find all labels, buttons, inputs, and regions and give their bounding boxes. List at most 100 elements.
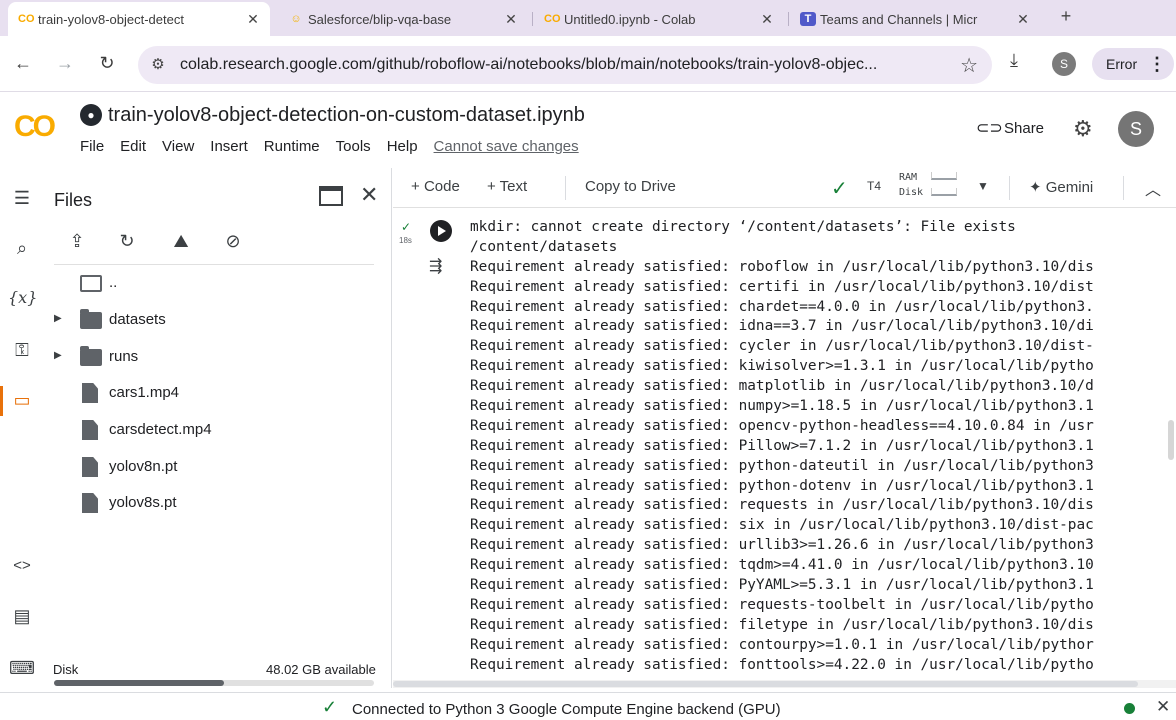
close-icon[interactable]: ✕ (1014, 10, 1032, 28)
output-line: Requirement already satisfied: requests … (470, 497, 1094, 514)
url-text[interactable]: colab.research.google.com/github/roboflo… (180, 56, 950, 74)
close-icon[interactable]: ✕ (502, 10, 520, 28)
output-scrollbar[interactable] (1168, 420, 1174, 460)
download-icon[interactable]: ⤓ (1010, 50, 1018, 71)
terminal-icon[interactable]: ⌨ (8, 654, 36, 682)
more-vert-icon[interactable]: ⋮ (1148, 48, 1166, 80)
link-icon: ⊂⊃ (976, 120, 1003, 137)
notebook-title[interactable]: train-yolov8-object-detection-on-custom-… (108, 104, 585, 127)
forward-icon[interactable]: → (52, 50, 78, 76)
reload-icon[interactable]: ↻ (94, 50, 120, 76)
menu-help[interactable]: Help (387, 138, 418, 158)
menu-view[interactable]: View (162, 138, 194, 158)
open-in-tab-icon[interactable] (319, 186, 343, 206)
collapse-chevron-icon[interactable]: ︿ (1145, 176, 1161, 200)
mount-drive-icon[interactable]: ⛰ (168, 228, 194, 254)
output-line: mkdir: cannot create directory ‘/content… (470, 219, 1016, 235)
code-snippets-icon[interactable]: <> (8, 552, 36, 580)
file-tree-label: cars1.mp4 (109, 384, 180, 401)
disk-bar (931, 188, 957, 196)
site-settings-icon[interactable]: ⚙ (148, 55, 168, 75)
resource-monitor[interactable]: RAM Disk (899, 170, 923, 200)
scrollbar-thumb[interactable] (393, 681, 1138, 687)
cell-exec-time: 18s (399, 236, 412, 245)
status-message: Connected to Python 3 Google Compute Eng… (352, 701, 781, 718)
variables-icon[interactable]: {x} (8, 284, 37, 312)
browser-tab-title: train-yolov8-object-detect (38, 11, 184, 27)
ram-bar (931, 172, 957, 180)
browser-tab-3[interactable]: T Teams and Channels | Micr ✕ (790, 2, 1040, 36)
files-folder-icon[interactable]: ▭ (8, 386, 36, 414)
menu-insert[interactable]: Insert (210, 138, 248, 158)
file-tree-label: datasets (109, 311, 166, 328)
file-icon (80, 493, 102, 513)
output-line: Requirement already satisfied: python-da… (470, 457, 1094, 474)
runtime-type[interactable]: T4 (867, 179, 881, 193)
file-icon (80, 457, 102, 477)
hide-files-icon[interactable]: ⊘ (220, 228, 246, 254)
close-icon[interactable]: ✕ (244, 10, 262, 28)
browser-tab-2[interactable]: CO Untitled0.ipynb - Colab ✕ (534, 2, 784, 36)
secrets-key-icon[interactable]: ⚿ (8, 336, 36, 364)
file-tree-item-yolov8s[interactable]: yolov8s.pt (44, 488, 384, 518)
output-line: Requirement already satisfied: roboflow … (470, 258, 1094, 275)
file-icon (80, 420, 102, 440)
output-actions-icon[interactable]: ⇶ (429, 256, 442, 276)
file-tree-item-cars1[interactable]: cars1.mp4 (44, 378, 384, 408)
active-indicator (0, 386, 3, 416)
back-icon[interactable]: ← (10, 50, 36, 76)
output-line: Requirement already satisfied: certifi i… (470, 278, 1094, 295)
close-icon[interactable]: ✕ (758, 10, 776, 28)
user-avatar[interactable]: S (1118, 111, 1154, 147)
huggingface-icon: ☺ (290, 13, 302, 25)
upload-file-icon[interactable]: ⇪ (64, 228, 90, 254)
file-tree-label: yolov8s.pt (109, 494, 177, 511)
expand-caret-icon[interactable]: ▶ (54, 350, 62, 361)
file-icon (80, 383, 102, 403)
expand-caret-icon[interactable]: ▶ (54, 313, 62, 324)
bookmark-star-icon[interactable]: ☆ (960, 53, 978, 78)
cell-output: mkdir: cannot create directory ‘/content… (470, 218, 1168, 680)
address-bar[interactable]: ⚙ colab.research.google.com/github/robof… (138, 46, 992, 84)
files-panel-title: Files (54, 190, 93, 210)
browser-error-button[interactable]: Error ⋮ (1092, 48, 1174, 80)
menu-edit[interactable]: Edit (120, 138, 146, 158)
file-tree-item-parent[interactable]: .. (44, 268, 384, 298)
copy-to-drive-button[interactable]: Copy to Drive (585, 178, 676, 195)
search-icon[interactable]: ⌕ (8, 234, 36, 262)
error-label: Error (1106, 56, 1138, 72)
colab-logo-text: CO (14, 110, 56, 143)
file-tree-item-datasets[interactable]: ▶ datasets (44, 305, 384, 335)
file-tree-item-carsdetect[interactable]: carsdetect.mp4 (44, 415, 384, 445)
colab-logo[interactable]: CO (14, 110, 64, 146)
menu-runtime[interactable]: Runtime (264, 138, 320, 158)
run-cell-button[interactable] (430, 220, 452, 242)
runtime-dropdown-icon[interactable]: ▼ (977, 179, 989, 193)
file-tree-item-yolov8n[interactable]: yolov8n.pt (44, 452, 384, 482)
refresh-icon[interactable]: ↻ (114, 228, 140, 254)
output-line: Requirement already satisfied: numpy>=1.… (470, 398, 1094, 415)
output-line: Requirement already satisfied: six in /u… (470, 517, 1094, 534)
cannot-save-link[interactable]: Cannot save changes (434, 138, 579, 158)
file-tree-item-runs[interactable]: ▶ runs (44, 342, 384, 372)
close-panel-icon[interactable]: ✕ (360, 182, 378, 208)
menu-tools[interactable]: Tools (336, 138, 371, 158)
gemini-sparkle-icon: ✦ (1029, 179, 1042, 196)
tab-divider (532, 12, 533, 26)
menu-file[interactable]: File (80, 138, 104, 158)
share-button[interactable]: ⊂⊃ Share (976, 116, 1044, 142)
horizontal-scrollbar[interactable] (393, 680, 1176, 688)
browser-tab-0[interactable]: CO train-yolov8-object-detect ✕ (8, 2, 270, 36)
browser-tab-1[interactable]: ☺ Salesforce/blip-vqa-base ✕ (278, 2, 528, 36)
add-text-button[interactable]: + Text (487, 178, 527, 195)
command-palette-icon[interactable]: ▤ (8, 602, 36, 630)
new-tab-button[interactable]: + (1054, 4, 1078, 28)
close-status-icon[interactable]: ✕ (1156, 697, 1170, 717)
settings-gear-icon[interactable]: ⚙ (1073, 116, 1093, 142)
file-tree-label: runs (109, 348, 139, 365)
colab-icon: CO (18, 13, 35, 25)
gemini-button[interactable]: ✦ Gemini (1029, 178, 1093, 196)
browser-profile-avatar[interactable]: S (1052, 52, 1076, 76)
add-code-button[interactable]: + Code (411, 178, 460, 195)
table-of-contents-icon[interactable]: ☰ (8, 184, 36, 212)
